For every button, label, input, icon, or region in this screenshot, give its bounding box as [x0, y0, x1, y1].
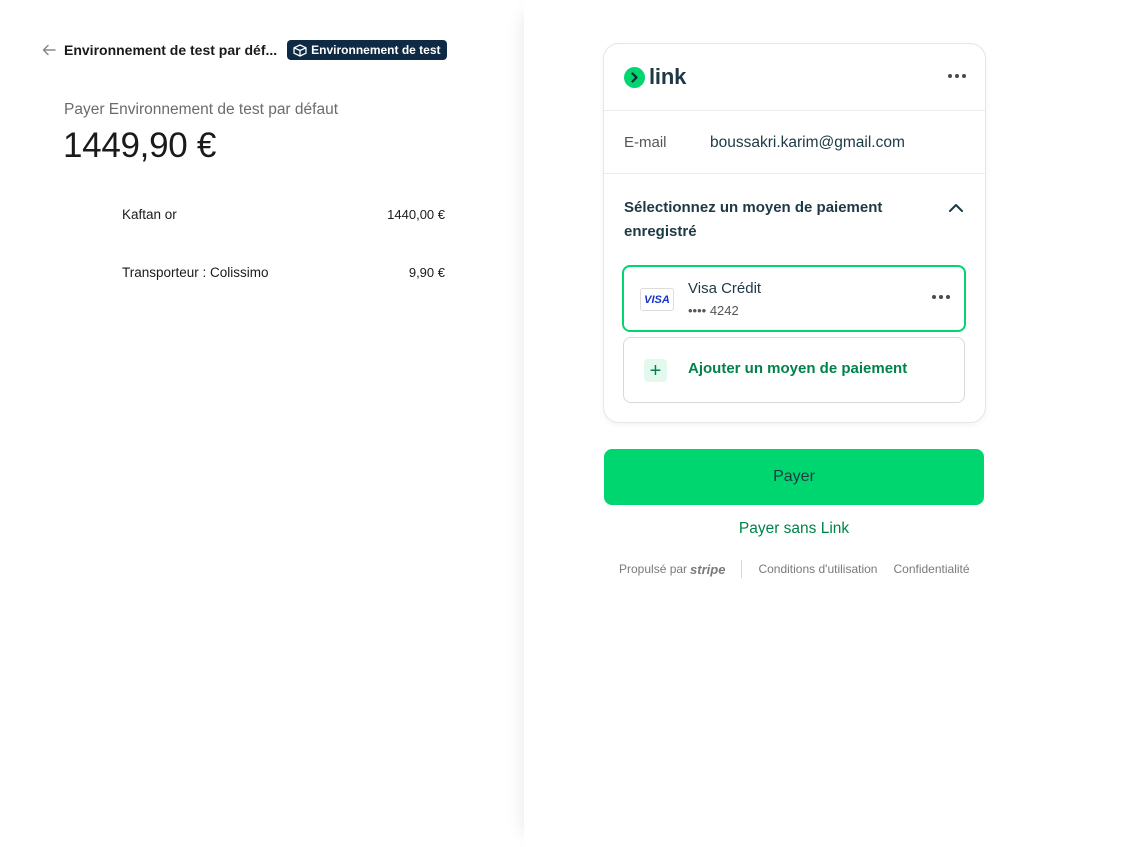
footer-divider	[741, 560, 743, 578]
pay-button[interactable]: Payer	[604, 449, 984, 505]
add-payment-method-button[interactable]: + Ajouter un moyen de paiement	[623, 337, 965, 403]
footer: Propulsé par stripe Conditions d'utilisa…	[619, 560, 970, 578]
pay-without-link-button[interactable]: Payer sans Link	[604, 520, 984, 538]
line-item-price: 1440,00 €	[387, 207, 445, 222]
privacy-link[interactable]: Confidentialité	[893, 562, 969, 576]
card-name: Visa Crédit	[688, 280, 762, 297]
chevron-up-icon[interactable]	[944, 196, 968, 220]
link-menu-icon[interactable]	[948, 74, 966, 78]
saved-payment-title: Sélectionnez un moyen de paiement enregi…	[624, 199, 883, 240]
link-wallet-card: link E-mail boussakri.karim@gmail.com Sé…	[603, 43, 986, 423]
test-mode-badge: Environnement de test	[287, 40, 447, 60]
link-header: link	[604, 44, 985, 111]
link-logo-text: link	[649, 64, 687, 89]
total-amount: 1449,90 €	[63, 126, 217, 165]
stripe-logo[interactable]: stripe	[690, 562, 725, 577]
line-item-name: Transporteur : Colissimo	[122, 265, 269, 280]
box-icon	[293, 43, 307, 57]
card-number: •••• 4242	[688, 303, 739, 318]
pay-merchant-label: Payer Environnement de test par défaut	[64, 101, 338, 118]
email-value: boussakri.karim@gmail.com	[710, 134, 905, 151]
back-arrow-icon[interactable]	[42, 42, 58, 58]
line-item: Transporteur : Colissimo 9,90 €	[122, 265, 445, 280]
email-label: E-mail	[624, 134, 667, 151]
merchant-name[interactable]: Environnement de test par déf...	[64, 42, 277, 58]
plus-icon: +	[644, 359, 667, 382]
add-payment-label: Ajouter un moyen de paiement	[688, 360, 908, 377]
link-chevron-icon	[624, 66, 645, 88]
test-badge-label: Environnement de test	[311, 43, 441, 57]
visa-logo-icon: VISA	[640, 288, 674, 311]
line-item-price: 9,90 €	[408, 265, 445, 280]
header: Environnement de test par déf... Environ…	[42, 40, 447, 60]
line-item: Kaftan or 1440,00 €	[122, 207, 445, 222]
link-logo: link	[624, 64, 686, 90]
terms-link[interactable]: Conditions d'utilisation	[758, 562, 877, 576]
order-summary-panel: Environnement de test par déf... Environ…	[0, 0, 524, 847]
card-menu-icon[interactable]	[932, 295, 950, 299]
saved-card-visa[interactable]: VISA Visa Crédit •••• 4242	[622, 265, 966, 332]
email-row: E-mail boussakri.karim@gmail.com	[604, 110, 985, 174]
powered-by-label: Propulsé par	[619, 562, 688, 576]
line-item-name: Kaftan or	[122, 207, 177, 222]
